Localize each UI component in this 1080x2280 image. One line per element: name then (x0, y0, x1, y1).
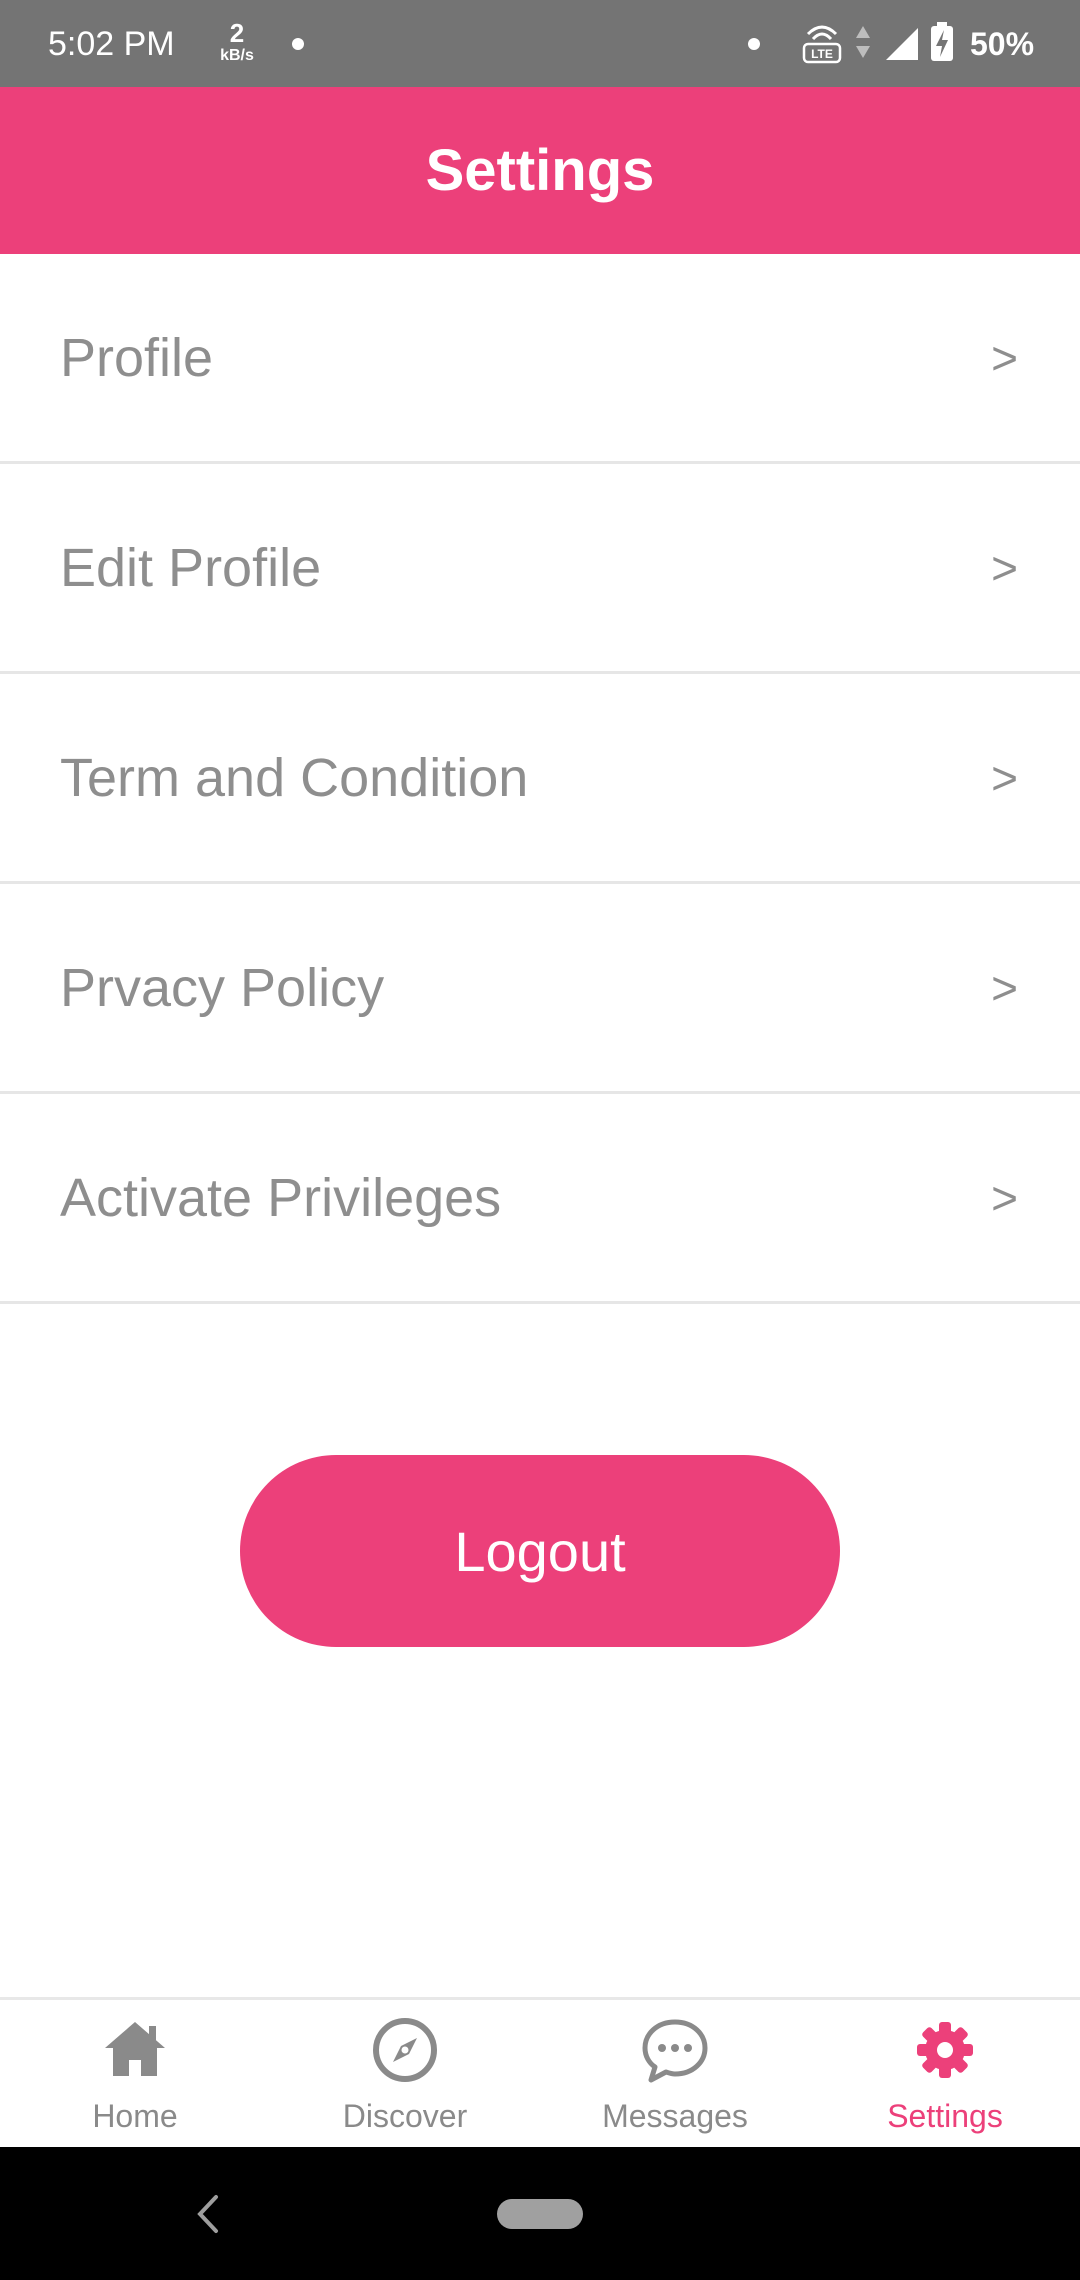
network-speed-unit: kB/s (220, 47, 254, 64)
network-speed: 2 kB/s (214, 20, 260, 64)
settings-item-label: Activate Privileges (60, 1167, 502, 1228)
network-speed-value: 2 (229, 18, 245, 48)
signal-icon (886, 28, 918, 60)
settings-item-activate-privileges[interactable]: Activate Privileges > (0, 1094, 1080, 1304)
back-icon[interactable] (190, 2189, 224, 2239)
status-bar: 5:02 PM 2 kB/s LTE 50% (0, 0, 1080, 87)
settings-item-edit-profile[interactable]: Edit Profile > (0, 464, 1080, 674)
home-pill-button[interactable] (497, 2199, 583, 2229)
gear-icon (917, 2022, 973, 2078)
logout-button[interactable]: Logout (240, 1455, 840, 1647)
settings-item-privacy-policy[interactable]: Prvacy Policy > (0, 884, 1080, 1094)
chevron-right-icon: > (991, 751, 1018, 804)
chevron-right-icon: > (991, 331, 1018, 384)
settings-item-label: Term and Condition (60, 747, 529, 808)
nav-label: Settings (887, 2098, 1003, 2134)
compass-icon (373, 2018, 437, 2082)
home-icon (105, 2022, 165, 2076)
system-nav-bar (0, 2147, 1080, 2280)
settings-item-label: Prvacy Policy (60, 957, 385, 1018)
chat-bubble-icon (642, 2019, 708, 2083)
volte-icon: LTE (802, 25, 842, 64)
notification-dot-icon (292, 38, 304, 50)
status-time: 5:02 PM (48, 25, 175, 63)
chevron-right-icon: > (991, 961, 1018, 1014)
battery-percent: 50% (970, 26, 1035, 62)
app-header: Settings (0, 87, 1080, 254)
nav-item-settings[interactable]: Settings (810, 2000, 1080, 2150)
chevron-right-icon: > (991, 1171, 1018, 1224)
nav-item-messages[interactable]: Messages (540, 2000, 810, 2150)
page-title: Settings (425, 138, 655, 203)
settings-item-profile[interactable]: Profile > (0, 254, 1080, 464)
data-arrows-icon (856, 26, 870, 58)
nav-item-home[interactable]: Home (0, 2000, 270, 2150)
settings-item-terms[interactable]: Term and Condition > (0, 674, 1080, 884)
nav-label: Home (92, 2098, 178, 2134)
nav-label: Messages (602, 2098, 748, 2134)
settings-list: Profile > Edit Profile > Term and Condit… (0, 254, 1080, 1304)
notification-dot-icon (748, 38, 760, 50)
nav-label: Discover (342, 2098, 468, 2134)
chevron-right-icon: > (991, 541, 1018, 594)
nav-item-discover[interactable]: Discover (270, 2000, 540, 2150)
settings-item-label: Profile (60, 327, 214, 388)
settings-item-label: Edit Profile (60, 537, 322, 598)
volte-text: LTE (811, 47, 833, 61)
battery-charging-icon (931, 22, 953, 61)
bottom-nav: Home Discover Messages Settings (0, 1997, 1080, 2147)
settings-screen: 5:02 PM 2 kB/s LTE 50% Settings Profile … (0, 0, 1080, 2280)
